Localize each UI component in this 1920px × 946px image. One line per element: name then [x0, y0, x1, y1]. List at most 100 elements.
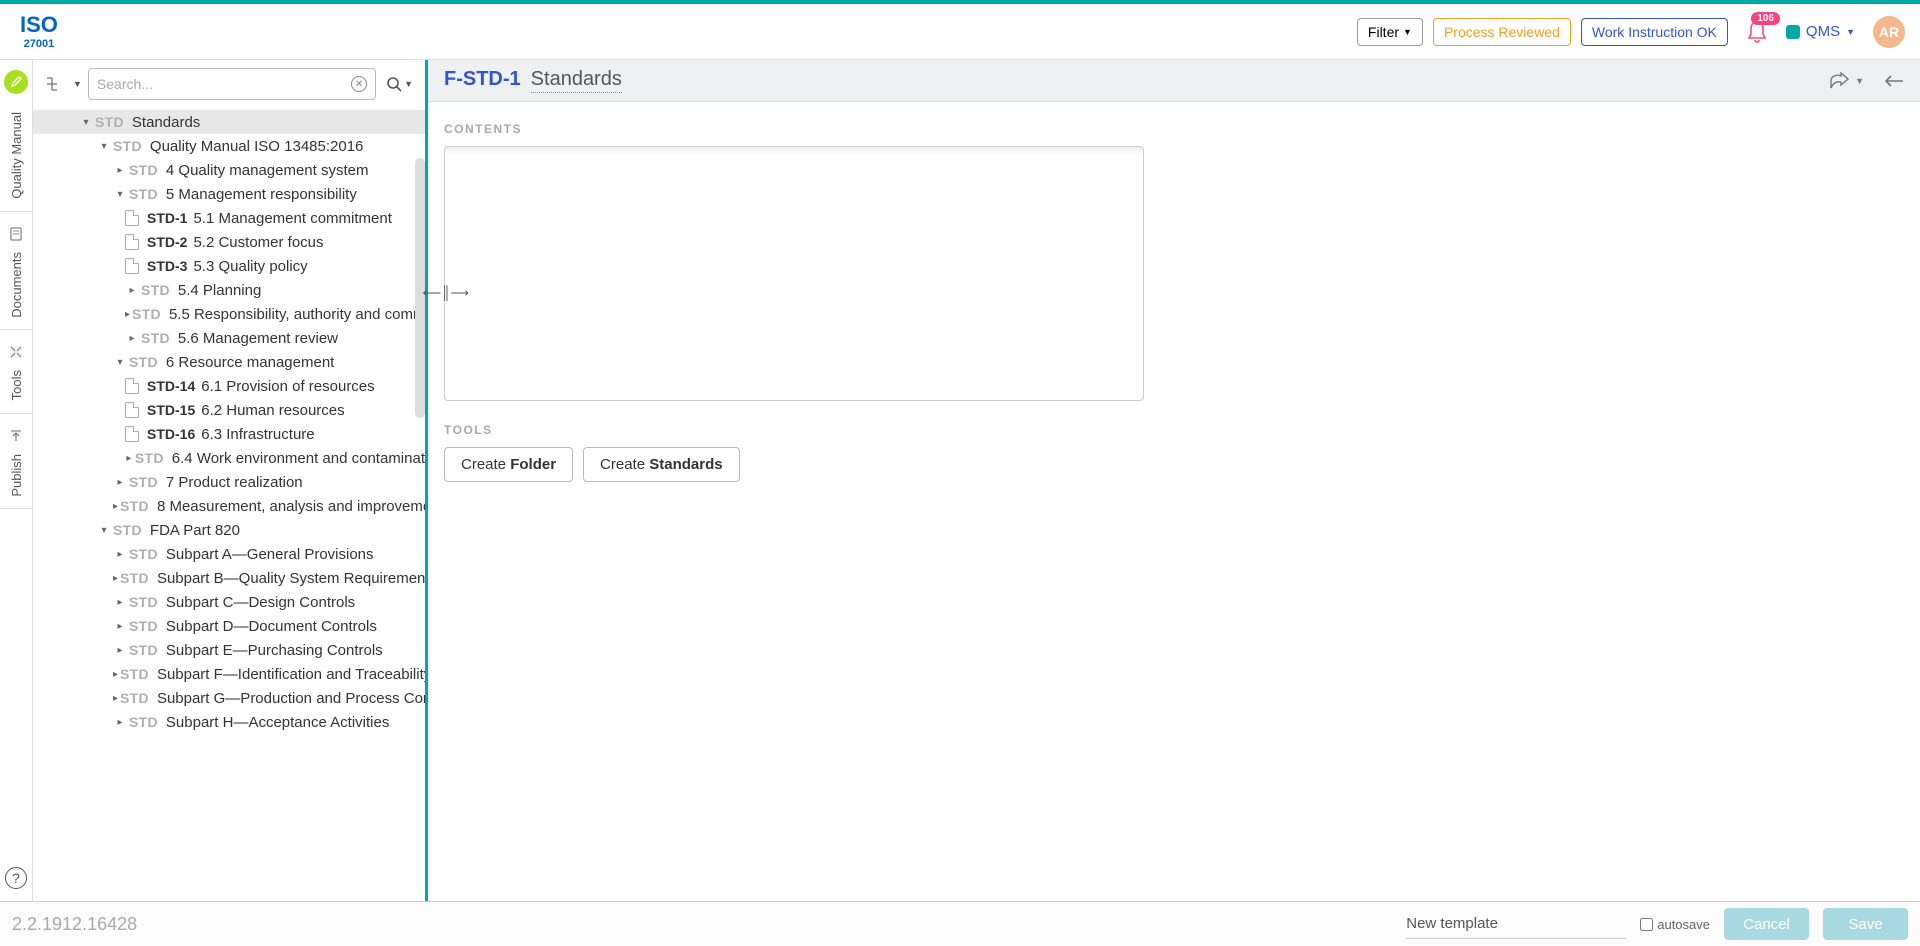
tree-row[interactable]: ▾STDFDA Part 820: [33, 518, 425, 542]
arrow-right-icon[interactable]: ▸: [113, 573, 118, 584]
workspace-selector[interactable]: QMS ▼: [1786, 23, 1855, 40]
item-name[interactable]: Standards: [531, 68, 622, 93]
filter-button[interactable]: Filter ▼: [1357, 18, 1423, 46]
arrow-down-icon[interactable]: ▾: [113, 357, 127, 368]
sidebar: ▼ ✕ ▼ ▾STDStandards▾STDQuality Manual IS…: [33, 60, 428, 901]
save-button[interactable]: Save: [1823, 908, 1908, 940]
work-instruction-button[interactable]: Work Instruction OK: [1581, 18, 1728, 46]
tree-row[interactable]: ▸STDSubpart B—Quality System Requirement: [33, 566, 425, 590]
arrow-right-icon[interactable]: ▸: [125, 453, 133, 464]
magnifier-icon: [386, 76, 402, 92]
arrow-down-icon[interactable]: ▾: [97, 141, 111, 152]
create-folder-button[interactable]: Create Folder: [444, 447, 573, 482]
arrow-down-icon[interactable]: ▾: [79, 117, 93, 128]
scrollbar-thumb[interactable]: [415, 158, 425, 418]
arrow-right-icon[interactable]: ▸: [113, 501, 118, 512]
section-contents-label: CONTENTS: [444, 122, 1904, 136]
documents-icon[interactable]: [6, 224, 26, 244]
tree-row[interactable]: ▸STD5.5 Responsibility, authority and co…: [33, 302, 425, 326]
tree-row[interactable]: ▸STD8 Measurement, analysis and improvem…: [33, 494, 425, 518]
arrow-right-icon[interactable]: ▸: [113, 621, 127, 632]
tree-row[interactable]: ▸STDSubpart D—Document Controls: [33, 614, 425, 638]
tree-row[interactable]: ▸STDSubpart A—General Provisions: [33, 542, 425, 566]
tree-row[interactable]: ▸STDSubpart E—Purchasing Controls: [33, 638, 425, 662]
tree-row[interactable]: ▸STDSubpart C—Design Controls: [33, 590, 425, 614]
caret-down-icon[interactable]: ▼: [73, 79, 82, 89]
arrow-down-icon[interactable]: ▾: [97, 525, 111, 536]
arrow-right-icon[interactable]: ▸: [113, 693, 118, 704]
tree-row[interactable]: STD-25.2 Customer focus: [33, 230, 425, 254]
arrow-right-icon[interactable]: ▸: [113, 165, 127, 176]
share-icon[interactable]: [1829, 72, 1849, 90]
search-input[interactable]: [97, 76, 345, 92]
tree-row[interactable]: ▾STDStandards: [33, 110, 425, 134]
sidebar-toolbar: ▼ ✕ ▼: [33, 60, 425, 108]
tree-row[interactable]: ▾STDQuality Manual ISO 13485:2016: [33, 134, 425, 158]
header: ISO 27001 Filter ▼ Process Reviewed Work…: [0, 4, 1920, 59]
caret-down-icon: ▼: [404, 79, 413, 89]
notifications[interactable]: 106: [1746, 20, 1768, 44]
workspace-label: QMS: [1806, 23, 1840, 40]
back-icon[interactable]: [1884, 73, 1904, 89]
publish-icon[interactable]: [6, 426, 26, 446]
arrow-right-icon[interactable]: ▸: [113, 477, 127, 488]
tree-label: Subpart A—General Provisions: [166, 546, 374, 563]
arrow-right-icon[interactable]: ▸: [113, 717, 127, 728]
tree-row[interactable]: ▸STD4 Quality management system: [33, 158, 425, 182]
tree-row[interactable]: ▾STD6 Resource management: [33, 350, 425, 374]
document-icon: [125, 426, 139, 442]
create-standards-label: Standards: [649, 456, 722, 473]
tree-row[interactable]: STD-35.3 Quality policy: [33, 254, 425, 278]
tree-row[interactable]: ▾STD5 Management responsibility: [33, 182, 425, 206]
tree-row[interactable]: ▸STD5.4 Planning: [33, 278, 425, 302]
tree-row[interactable]: ▸STD5.6 Management review: [33, 326, 425, 350]
arrow-right-icon[interactable]: ▸: [125, 285, 139, 296]
tree-tag: STD-3: [147, 258, 187, 274]
section-tools-label: TOOLS: [444, 423, 1904, 437]
tree-tag: STD: [129, 354, 158, 370]
rail-publish[interactable]: Publish: [9, 454, 24, 497]
arrow-right-icon[interactable]: ▸: [125, 309, 130, 320]
clear-search-icon[interactable]: ✕: [351, 76, 367, 92]
tree-row[interactable]: STD-166.3 Infrastructure: [33, 422, 425, 446]
tree-tag: STD: [113, 138, 142, 154]
tree-tag: STD: [129, 594, 158, 610]
tree-tag: STD: [120, 570, 149, 586]
rail-quality-manual[interactable]: Quality Manual: [9, 112, 24, 199]
caret-down-icon[interactable]: ▼: [1855, 76, 1864, 86]
tools-icon[interactable]: [6, 342, 26, 362]
contents-editor[interactable]: [444, 146, 1144, 401]
rail-pen-button[interactable]: [4, 70, 28, 94]
tree-row[interactable]: ▸STDSubpart F—Identification and Traceab…: [33, 662, 425, 686]
footer-actions: autosave Cancel Save: [1406, 908, 1908, 940]
autosave-checkbox[interactable]: [1640, 918, 1653, 931]
arrow-right-icon[interactable]: ▸: [113, 645, 127, 656]
arrow-down-icon[interactable]: ▾: [113, 189, 127, 200]
tree-tag: STD: [129, 162, 158, 178]
page-title: F-STD-1 Standards: [444, 68, 622, 93]
rail-documents[interactable]: Documents: [9, 252, 24, 318]
autosave-toggle[interactable]: autosave: [1640, 917, 1710, 932]
arrow-right-icon[interactable]: ▸: [113, 549, 127, 560]
search-button[interactable]: ▼: [382, 76, 417, 92]
tree-mode-button[interactable]: [41, 71, 67, 97]
help-button[interactable]: ?: [5, 867, 27, 889]
arrow-right-icon[interactable]: ▸: [113, 597, 127, 608]
tree-row[interactable]: STD-146.1 Provision of resources: [33, 374, 425, 398]
rail-tools[interactable]: Tools: [9, 370, 24, 400]
tree-row[interactable]: STD-156.2 Human resources: [33, 398, 425, 422]
arrow-right-icon[interactable]: ▸: [113, 669, 118, 680]
avatar[interactable]: AR: [1873, 16, 1905, 48]
tree-row[interactable]: ▸STDSubpart G—Production and Process Cor: [33, 686, 425, 710]
tree-row[interactable]: STD-15.1 Management commitment: [33, 206, 425, 230]
tree-row[interactable]: ▸STD7 Product realization: [33, 470, 425, 494]
template-name-input[interactable]: [1406, 909, 1626, 939]
tree-row[interactable]: ▸STD6.4 Work environment and contaminat: [33, 446, 425, 470]
process-reviewed-button[interactable]: Process Reviewed: [1433, 18, 1571, 46]
create-standards-button[interactable]: Create Standards: [583, 447, 740, 482]
arrow-right-icon[interactable]: ▸: [125, 333, 139, 344]
tree-row[interactable]: ▸STDSubpart H—Acceptance Activities: [33, 710, 425, 734]
tree-tag: STD: [129, 618, 158, 634]
tree-view[interactable]: ▾STDStandards▾STDQuality Manual ISO 1348…: [33, 108, 425, 901]
cancel-button[interactable]: Cancel: [1724, 908, 1809, 940]
